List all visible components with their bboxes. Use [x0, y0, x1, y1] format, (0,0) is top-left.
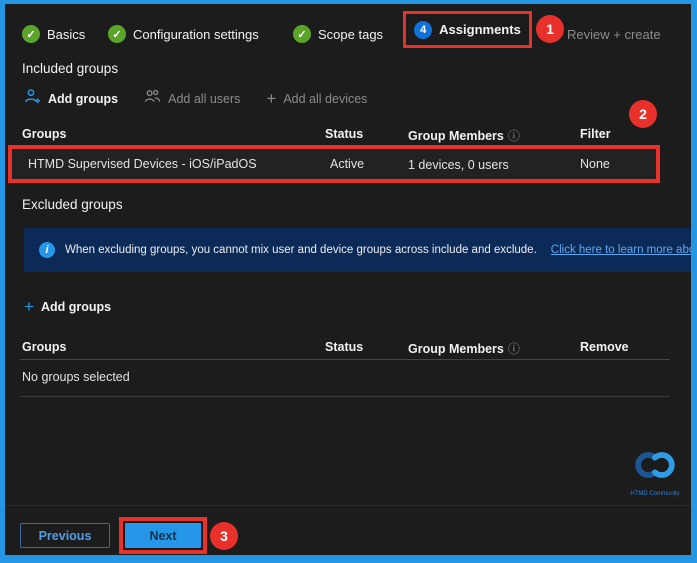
included-toolbar: Add groups Add all users + Add all devic… [24, 88, 367, 110]
next-button[interactable]: Next [125, 523, 201, 548]
excluded-groups-heading: Excluded groups [22, 197, 123, 212]
add-groups-label: Add groups [48, 92, 118, 106]
person-add-icon [24, 88, 41, 110]
previous-button[interactable]: Previous [20, 523, 110, 548]
check-icon: ✓ [293, 25, 311, 43]
htmd-logo: HTMD Community [624, 446, 686, 497]
annotation-step-1: 1 [536, 15, 564, 43]
excluded-add-groups-label: Add groups [41, 300, 111, 314]
row-status: Active [330, 157, 364, 171]
add-all-devices-button[interactable]: + Add all devices [266, 92, 367, 106]
tab-review-create[interactable]: Review + create [567, 22, 661, 46]
tab-configuration-settings[interactable]: ✓ Configuration settings [108, 22, 259, 46]
plus-icon: + [266, 92, 276, 106]
info-icon[interactable]: ⓘ [508, 129, 520, 143]
tab-configuration-label: Configuration settings [133, 27, 259, 42]
logo-caption: HTMD Community [624, 491, 686, 497]
excluded-col-status: Status [325, 340, 363, 354]
tab-basics[interactable]: ✓ Basics [22, 22, 85, 46]
excluded-col-members: Group Membersⓘ [408, 340, 520, 357]
info-filled-icon: i [39, 242, 55, 258]
add-groups-button[interactable]: Add groups [24, 88, 118, 110]
footer-divider [5, 505, 691, 506]
step-number-badge: 4 [414, 21, 432, 39]
info-banner: i When excluding groups, you cannot mix … [24, 228, 691, 272]
excluded-add-groups-button[interactable]: + Add groups [24, 300, 111, 314]
row-members: 1 devices, 0 users [408, 158, 509, 172]
screenshot-frame: ✓ Basics ✓ Configuration settings ✓ Scop… [0, 0, 697, 563]
tab-review-label: Review + create [567, 27, 661, 42]
banner-text: When excluding groups, you cannot mix us… [65, 244, 537, 256]
excluded-col-remove: Remove [580, 340, 629, 354]
tab-scope-tags[interactable]: ✓ Scope tags [293, 22, 383, 46]
divider [20, 359, 670, 360]
check-icon: ✓ [108, 25, 126, 43]
included-groups-heading: Included groups [22, 61, 118, 76]
plus-icon: + [24, 300, 34, 314]
row-filter: None [580, 157, 610, 171]
annotation-step-3: 3 [210, 522, 238, 550]
empty-groups-text: No groups selected [22, 370, 130, 384]
tab-basics-label: Basics [47, 27, 85, 42]
content-panel [5, 4, 691, 555]
included-col-groups: Groups [22, 127, 66, 141]
add-all-devices-label: Add all devices [283, 92, 367, 106]
annotation-step-2: 2 [629, 100, 657, 128]
info-icon[interactable]: ⓘ [508, 342, 520, 356]
row-group-name[interactable]: HTMD Supervised Devices - iOS/iPadOS [28, 157, 257, 171]
divider [20, 396, 670, 397]
learn-more-link[interactable]: Click here to learn more about [551, 244, 691, 256]
tab-scope-label: Scope tags [318, 27, 383, 42]
htmd-logo-icon [628, 471, 682, 488]
add-all-users-button[interactable]: Add all users [144, 88, 240, 110]
people-icon [144, 88, 161, 110]
tab-assignments[interactable]: 4 Assignments [403, 11, 532, 48]
add-all-users-label: Add all users [168, 92, 240, 106]
included-col-members: Group Membersⓘ [408, 127, 520, 144]
tab-assignments-label: Assignments [439, 22, 521, 37]
included-col-filter: Filter [580, 127, 611, 141]
excluded-col-groups: Groups [22, 340, 66, 354]
check-icon: ✓ [22, 25, 40, 43]
included-col-status: Status [325, 127, 363, 141]
